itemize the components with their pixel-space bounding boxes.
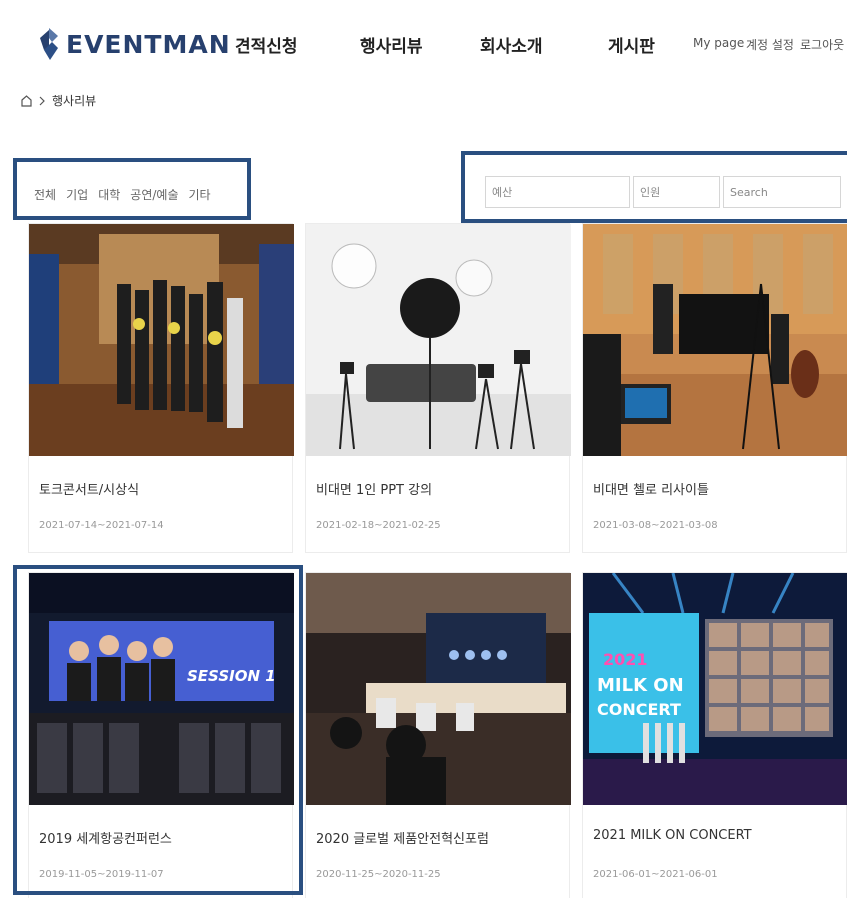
card-title: 2021 MILK ON CONCERT (593, 828, 752, 843)
account-settings-link[interactable]: 계정 설정 (746, 36, 794, 53)
card-thumbnail: 2021 MILK ON CONCERT (583, 573, 847, 805)
card-selection-highlight (13, 565, 303, 895)
breadcrumb: 행사리뷰 (20, 92, 96, 109)
breadcrumb-current: 행사리뷰 (52, 94, 97, 108)
thumb-concert-text: CONCERT (597, 700, 681, 719)
budget-input[interactable] (485, 176, 630, 208)
category-corporate[interactable]: 기업 (66, 186, 88, 203)
card-date: 2021-07-14~2021-07-14 (39, 520, 164, 531)
nav-quote-request[interactable]: 견적신청 (235, 32, 298, 57)
card-date: 2021-02-18~2021-02-25 (316, 520, 441, 531)
nav-event-review[interactable]: 행사리뷰 (360, 32, 423, 57)
nav-company-intro[interactable]: 회사소개 (480, 32, 543, 57)
card-date: 2020-11-25~2020-11-25 (316, 869, 441, 880)
card-thumbnail (29, 224, 294, 456)
header: EVENTMAN 견적신청 행사리뷰 회사소개 게시판 My page 계정 설… (0, 0, 847, 90)
people-input[interactable] (633, 176, 720, 208)
my-page-link[interactable]: My page (693, 36, 744, 50)
card-title: 2020 글로벌 제품안전혁신포럼 (316, 832, 489, 847)
nav-board[interactable]: 게시판 (608, 32, 655, 57)
card-date: 2021-06-01~2021-06-01 (593, 869, 718, 880)
card-date: 2021-03-08~2021-03-08 (593, 520, 718, 531)
review-card[interactable]: 2020 글로벌 제품안전혁신포럼 2020-11-25~2020-11-25 (305, 572, 571, 898)
review-card[interactable]: 비대면 1인 PPT 강의 2021-02-18~2021-02-25 (305, 223, 571, 553)
card-title: 비대면 첼로 리사이틀 (593, 483, 709, 498)
category-etc[interactable]: 기타 (189, 186, 211, 203)
card-title: 비대면 1인 PPT 강의 (316, 483, 433, 498)
home-icon[interactable] (20, 94, 33, 107)
card-thumbnail (306, 224, 571, 456)
thumb-year-text: 2021 (603, 650, 648, 669)
category-university[interactable]: 대학 (98, 186, 120, 203)
review-card[interactable]: 2021 MILK ON CONCERT 2021 MILK ON CONCER… (582, 572, 847, 898)
review-card[interactable]: 비대면 첼로 리사이틀 2021-03-08~2021-03-08 (582, 223, 847, 553)
thumb-milk-on-text: MILK ON (597, 675, 684, 696)
category-filter: 전체 기업 대학 공연/예술 기타 (34, 186, 211, 203)
logout-link[interactable]: 로그아웃 (800, 36, 844, 53)
card-title: 토크콘서트/시상식 (39, 483, 140, 498)
category-performance-art[interactable]: 공연/예술 (130, 186, 178, 203)
review-card[interactable]: 토크콘서트/시상식 2021-07-14~2021-07-14 (28, 223, 294, 553)
chevron-right-icon (39, 96, 45, 105)
card-thumbnail (583, 224, 847, 456)
card-thumbnail (306, 573, 571, 805)
search-input[interactable] (723, 176, 841, 208)
category-all[interactable]: 전체 (34, 186, 56, 203)
